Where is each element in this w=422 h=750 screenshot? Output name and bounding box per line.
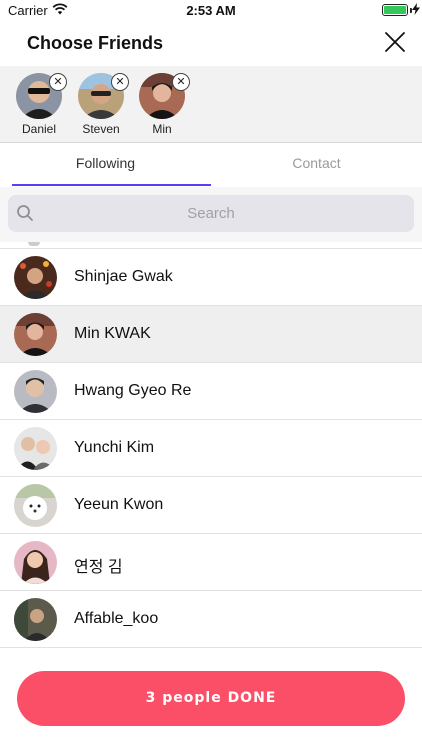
friend-name: Min KWAK [74, 325, 151, 342]
avatar [14, 541, 57, 584]
list-item[interactable]: Hwang Gyeo Re [0, 362, 422, 419]
list-item[interactable]: Shinjae Gwak [0, 248, 422, 305]
avatar [14, 598, 57, 641]
tab-following[interactable]: Following [0, 143, 211, 187]
friend-name: Shinjae Gwak [74, 268, 173, 285]
friend-name: Yunchi Kim [74, 439, 155, 456]
list-item[interactable]: Yunchi Kim [0, 419, 422, 476]
list-item[interactable]: Affable_koo [0, 590, 422, 647]
selected-chip-daniel[interactable]: ✕ Daniel [11, 73, 67, 136]
selected-chip-min[interactable]: ✕ Min [134, 73, 190, 136]
battery-icon [382, 4, 408, 16]
selected-chip-label: Min [152, 122, 172, 136]
status-bar: Carrier 2:53 AM [0, 0, 422, 22]
remove-icon[interactable]: ✕ [172, 73, 190, 91]
search-input[interactable] [38, 195, 384, 232]
selected-chip-label: Daniel [21, 122, 57, 136]
search-box[interactable] [8, 195, 414, 232]
page-title: Choose Friends [27, 33, 164, 53]
tab-bar: Following Contact [0, 143, 422, 187]
friend-name: Affable_koo [74, 610, 159, 627]
scroll-hint [28, 242, 40, 246]
close-icon[interactable] [384, 31, 406, 53]
avatar [14, 256, 57, 299]
list-item[interactable]: 연정 김 [0, 533, 422, 590]
list-item[interactable]: Min KWAK [0, 305, 422, 362]
tab-contact[interactable]: Contact [211, 143, 422, 187]
friend-name: Hwang Gyeo Re [74, 382, 192, 399]
clock: 2:53 AM [186, 3, 236, 18]
avatar [14, 370, 57, 413]
avatar [14, 427, 57, 470]
friends-list[interactable]: Shinjae Gwak Min KWAK Hwang Gyeo Re Yunc… [0, 242, 422, 650]
friend-name: Yeeun Kwon [74, 496, 164, 513]
selected-friends-strip: ✕ Daniel ✕ Steven ✕ Min [0, 66, 422, 143]
tab-indicator [12, 184, 211, 186]
avatar [14, 313, 57, 356]
remove-icon[interactable]: ✕ [111, 73, 129, 91]
list-item[interactable]: Yeeun Kwon [0, 476, 422, 533]
done-button[interactable]: 3 people DONE [17, 671, 405, 726]
list-divider [0, 647, 422, 650]
selected-chip-label: Steven [82, 122, 120, 136]
avatar [14, 484, 57, 527]
search-area [0, 187, 422, 242]
charging-icon [412, 3, 420, 15]
remove-icon[interactable]: ✕ [49, 73, 67, 91]
friend-name: 연정 김 [74, 559, 123, 576]
selected-chip-steven[interactable]: ✕ Steven [73, 73, 129, 136]
search-icon [17, 205, 33, 221]
